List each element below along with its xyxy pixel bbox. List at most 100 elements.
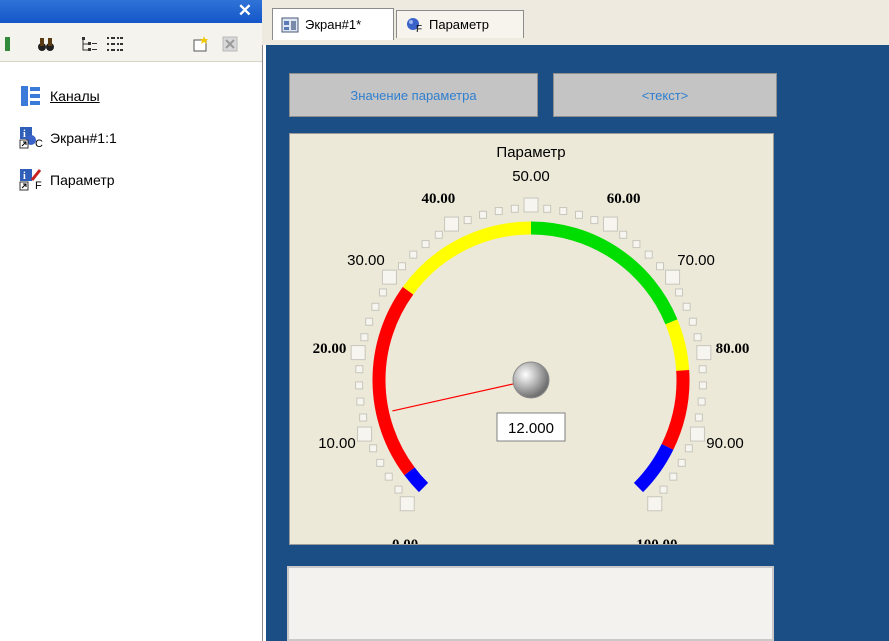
minor-tick	[510, 204, 519, 213]
minor-tick	[421, 240, 430, 249]
minor-tick	[693, 333, 702, 342]
gauge-needle	[392, 379, 532, 412]
screen-info-icon: i C	[18, 126, 43, 150]
major-tick	[357, 426, 373, 442]
minor-tick	[463, 216, 472, 225]
tree-item-label: Параметр	[50, 172, 115, 188]
minor-tick	[688, 317, 697, 326]
gauge-tick-label: 40.00	[422, 191, 456, 207]
tab-screen[interactable]: Экран#1*	[272, 8, 394, 40]
minor-tick	[694, 413, 703, 422]
find-binoculars-icon[interactable]	[37, 35, 55, 53]
close-icon[interactable]: ✕	[238, 1, 252, 21]
tab-parameter[interactable]: F Параметр	[396, 10, 524, 38]
panel-title-bar: ✕	[0, 0, 262, 23]
minor-tick	[360, 333, 369, 342]
minor-tick	[356, 397, 365, 406]
minor-tick	[675, 288, 684, 297]
tab-label: Параметр	[429, 17, 489, 32]
major-tick	[689, 426, 705, 442]
tree-item-screen[interactable]: i C Экран#1:1	[18, 124, 117, 152]
major-tick	[350, 345, 366, 361]
new-item-icon[interactable]	[192, 35, 210, 53]
minor-tick	[682, 302, 691, 311]
gauge-zone-arc	[530, 221, 678, 325]
minor-tick	[355, 365, 364, 374]
minor-tick	[574, 210, 583, 219]
gauge-panel[interactable]: Параметр 0.00 10.00 20.00 30.00 40.00 50.00 60…	[289, 133, 774, 545]
gauge-zone-arc	[404, 467, 429, 493]
minor-tick	[494, 207, 503, 216]
pin-icon[interactable]	[4, 35, 12, 53]
gauge-tick-label: 80.00	[716, 341, 750, 357]
minor-tick	[434, 230, 443, 239]
parameter-tab-icon: F	[405, 16, 423, 35]
minor-tick	[384, 472, 393, 481]
dial-gauge: Параметр 0.00 10.00 20.00 30.00 40.00 50.00 60…	[313, 144, 750, 544]
tab-label: Экран#1*	[305, 17, 362, 32]
parameter-info-icon: i F	[18, 168, 42, 192]
svg-text:i: i	[23, 129, 26, 140]
minor-tick	[365, 317, 374, 326]
minor-tick	[359, 413, 368, 422]
gauge-title: Параметр	[496, 144, 565, 161]
minor-tick	[543, 204, 552, 213]
panel-toolbar	[0, 23, 262, 62]
major-tick	[647, 496, 663, 512]
list-view-icon[interactable]	[106, 35, 124, 53]
minor-tick	[659, 485, 668, 494]
tree-item-label: Каналы	[50, 88, 100, 104]
minor-tick	[656, 262, 665, 271]
minor-tick	[397, 262, 406, 271]
gauge-tick-label: 0.00	[392, 537, 418, 544]
major-tick	[444, 216, 460, 232]
major-tick	[602, 216, 618, 232]
gauge-zone-arc	[372, 286, 415, 476]
gauge-zone-arc	[665, 319, 690, 372]
gauge-tick-label: 30.00	[347, 252, 385, 269]
minor-tick	[644, 250, 653, 259]
project-tree-panel: ✕ Каналы i C Экран#1:1 i F Параметр	[0, 0, 263, 641]
gauge-tick-label: 70.00	[677, 252, 715, 269]
gauge-value: 12.000	[508, 420, 554, 437]
minor-tick	[677, 458, 686, 467]
major-tick	[665, 269, 681, 285]
minor-tick	[669, 472, 678, 481]
svg-text:i: i	[23, 171, 26, 182]
minor-tick	[632, 240, 641, 249]
tree-item-parameter[interactable]: i F Параметр	[18, 166, 115, 194]
minor-tick	[479, 210, 488, 219]
tree-item-channels[interactable]: Каналы	[18, 82, 100, 110]
minor-tick	[376, 458, 385, 467]
bottom-panel[interactable]	[287, 566, 774, 641]
gauge-tick-label: 10.00	[318, 435, 356, 452]
minor-tick	[697, 397, 706, 406]
minor-tick	[590, 216, 599, 225]
minor-tick	[371, 302, 380, 311]
minor-tick	[619, 230, 628, 239]
minor-tick	[394, 485, 403, 494]
parameter-value-button[interactable]: Значение параметра	[289, 73, 538, 117]
minor-tick	[378, 288, 387, 297]
gauge-tick-label: 90.00	[706, 435, 744, 452]
gauge-tick-label: 20.00	[313, 341, 347, 357]
minor-tick	[355, 381, 364, 390]
gauge-zone-arc	[633, 443, 674, 493]
minor-tick	[559, 207, 568, 216]
major-tick	[523, 197, 539, 213]
major-tick	[399, 496, 415, 512]
gauge-tick-label: 50.00	[512, 168, 550, 185]
tree-item-label: Экран#1:1	[50, 130, 117, 146]
gauge-hub	[512, 361, 550, 399]
tree-view-icon[interactable]	[80, 35, 98, 53]
channels-icon	[21, 86, 40, 106]
delete-icon[interactable]	[221, 35, 239, 53]
minor-tick	[698, 365, 707, 374]
minor-tick	[409, 250, 418, 259]
gauge-tick-label: 60.00	[607, 191, 641, 207]
text-button[interactable]: <текст>	[553, 73, 777, 117]
gauge-zone-arc	[402, 221, 532, 295]
gauge-tick-label: 100.00	[636, 537, 677, 544]
minor-tick	[698, 381, 707, 390]
minor-tick	[684, 444, 693, 453]
